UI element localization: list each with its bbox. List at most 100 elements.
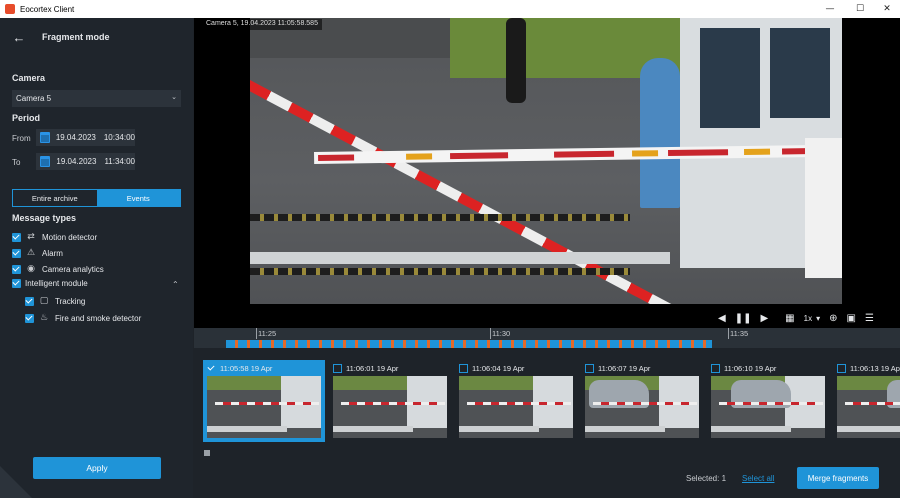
- fragment-card[interactable]: 11:06:07 19 Apr: [581, 360, 703, 442]
- crosswalk: [250, 252, 670, 264]
- speed-dropdown-icon[interactable]: ▾: [816, 314, 820, 323]
- checkbox[interactable]: [12, 279, 21, 288]
- message-type-alarm[interactable]: ⚠ Alarm: [12, 248, 63, 258]
- chevron-down-icon: ⌄: [171, 94, 177, 101]
- resize-corner: [0, 466, 32, 498]
- barrier-pillar: [805, 138, 842, 278]
- back-arrow-icon[interactable]: ←: [10, 28, 28, 46]
- checkbox[interactable]: [12, 248, 21, 258]
- tracking-icon: ▢: [39, 296, 49, 306]
- speed-select[interactable]: 1x: [804, 314, 812, 323]
- merge-fragments-button[interactable]: Merge fragments: [797, 467, 879, 489]
- calendar-icon: [40, 132, 50, 143]
- fragment-time: 11:05:58 19 Apr: [220, 363, 273, 373]
- tab-entire-archive[interactable]: Entire archive: [13, 190, 97, 206]
- fragment-card[interactable]: 11:05:58 19 Apr: [203, 360, 325, 442]
- checkbox[interactable]: [837, 363, 846, 373]
- fragment-thumbnail: [333, 376, 447, 438]
- checkbox[interactable]: [585, 363, 594, 373]
- fragment-time: 11:06:13 19 Apr: [850, 363, 900, 373]
- fragment-header: 11:06:07 19 Apr: [585, 362, 650, 374]
- pedestrian: [506, 18, 526, 103]
- step-forward-icon[interactable]: ▶: [760, 313, 768, 324]
- close-icon[interactable]: ✕: [872, 0, 900, 18]
- fragment-thumbnail: [585, 376, 699, 438]
- checkbox[interactable]: [12, 232, 21, 242]
- minimize-icon[interactable]: —: [815, 0, 845, 18]
- booth-window: [700, 28, 760, 128]
- timeline-event-markers: [226, 340, 712, 348]
- camera-label: Camera: [12, 73, 46, 83]
- fragment-card[interactable]: 11:06:10 19 Apr: [707, 360, 829, 442]
- tab-events[interactable]: Events: [96, 190, 180, 206]
- ticket-machine: [640, 58, 680, 208]
- calendar-icon: [40, 156, 51, 167]
- fragment-header: 11:05:58 19 Apr: [207, 362, 272, 374]
- checkbox[interactable]: [711, 363, 720, 373]
- checkbox[interactable]: [207, 364, 216, 373]
- speed-bump: [250, 214, 630, 221]
- fragments-footer: Selected: 1 Select all Merge fragments: [194, 462, 900, 498]
- fragments-strip: 11:05:58 19 Apr 11:06:01 19 Apr 11:06:04…: [194, 348, 900, 462]
- video-frame: [250, 18, 842, 304]
- apply-button[interactable]: Apply: [33, 457, 161, 479]
- select-all-link[interactable]: Select all: [742, 474, 774, 483]
- camera-select-value: Camera 5: [16, 94, 52, 103]
- menu-icon[interactable]: ☰: [865, 313, 874, 324]
- fragment-card[interactable]: 11:06:04 19 Apr: [455, 360, 577, 442]
- from-time: 10:34:00: [103, 133, 135, 142]
- fragment-card[interactable]: 11:06:13 19 Apr: [833, 360, 900, 442]
- message-type-motion-detector[interactable]: ⇄ Motion detector: [12, 232, 97, 242]
- checkbox[interactable]: [333, 363, 342, 373]
- camera-select[interactable]: Camera 5 ⌄: [12, 90, 181, 107]
- message-type-camera-analytics[interactable]: ◉ Camera analytics: [12, 264, 104, 274]
- from-label: From: [12, 134, 31, 143]
- fire-icon: ♨: [39, 313, 49, 323]
- panel-title: Fragment mode: [42, 32, 110, 42]
- message-type-intelligent-module[interactable]: Intelligent module: [12, 279, 88, 288]
- fragment-header: 11:06:10 19 Apr: [711, 362, 776, 374]
- checkbox[interactable]: [25, 296, 34, 306]
- pause-icon[interactable]: ❚❚: [735, 313, 752, 324]
- fragment-header: 11:06:01 19 Apr: [333, 362, 398, 374]
- message-type-label: Intelligent module: [25, 279, 88, 288]
- snapshot-icon[interactable]: ▣: [846, 313, 855, 324]
- fragment-time: 11:06:10 19 Apr: [724, 363, 777, 373]
- selected-count: Selected: 1: [686, 474, 727, 483]
- checkbox[interactable]: [25, 313, 34, 323]
- fragment-header: 11:06:13 19 Apr: [837, 362, 900, 374]
- fragment-card[interactable]: 11:06:01 19 Apr: [329, 360, 451, 442]
- maximize-icon[interactable]: ☐: [845, 0, 875, 18]
- from-date: 19.04.2023: [55, 133, 96, 142]
- title-bar: Eocortex Client — ☐ ✕: [0, 0, 900, 18]
- from-datetime-field[interactable]: 19.04.2023 10:34:00: [36, 129, 135, 146]
- panel-header: ← Fragment mode: [0, 18, 193, 56]
- timeline[interactable]: 11:25 11:30 11:35: [194, 328, 900, 348]
- timeline-tick: [490, 328, 491, 339]
- playback-controls: ◀ ❚❚ ▶ ▦ 1x ▾ ⊕ ▣ ☰: [718, 310, 883, 326]
- message-type-label: Alarm: [42, 248, 63, 258]
- message-type-fire-smoke[interactable]: ♨ Fire and smoke detector: [25, 313, 141, 323]
- timeline-tick: [728, 328, 729, 339]
- video-player[interactable]: Camera 5, 19.04.2023 11:05:58.585 ◀ ❚❚ ▶…: [194, 18, 900, 348]
- checkbox[interactable]: [459, 363, 468, 373]
- fragment-thumbnail: [459, 376, 573, 438]
- timeline-label: 11:30: [492, 329, 511, 338]
- calendar-icon[interactable]: ▦: [785, 313, 794, 324]
- zoom-icon[interactable]: ⊕: [829, 313, 837, 324]
- scroll-indicator[interactable]: [204, 450, 210, 456]
- checkbox[interactable]: [12, 264, 21, 274]
- to-datetime-field[interactable]: 19.04.2023 11:34:00: [36, 153, 135, 170]
- timeline-label: 11:25: [258, 329, 277, 338]
- message-type-tracking[interactable]: ▢ Tracking: [25, 296, 85, 306]
- timeline-tick: [256, 328, 257, 339]
- fragment-settings-panel: ← Fragment mode Camera Camera 5 ⌄ Period…: [0, 18, 193, 498]
- fragment-time: 11:06:01 19 Apr: [346, 363, 399, 373]
- archive-events-toggle: Entire archive Events: [12, 189, 181, 207]
- timeline-label: 11:35: [730, 329, 749, 338]
- chevron-up-icon[interactable]: ⌃: [172, 280, 179, 289]
- step-back-icon[interactable]: ◀: [718, 313, 726, 324]
- window-title: Eocortex Client: [20, 4, 75, 14]
- to-time: 11:34:00: [104, 157, 135, 166]
- fragment-thumbnail: [711, 376, 825, 438]
